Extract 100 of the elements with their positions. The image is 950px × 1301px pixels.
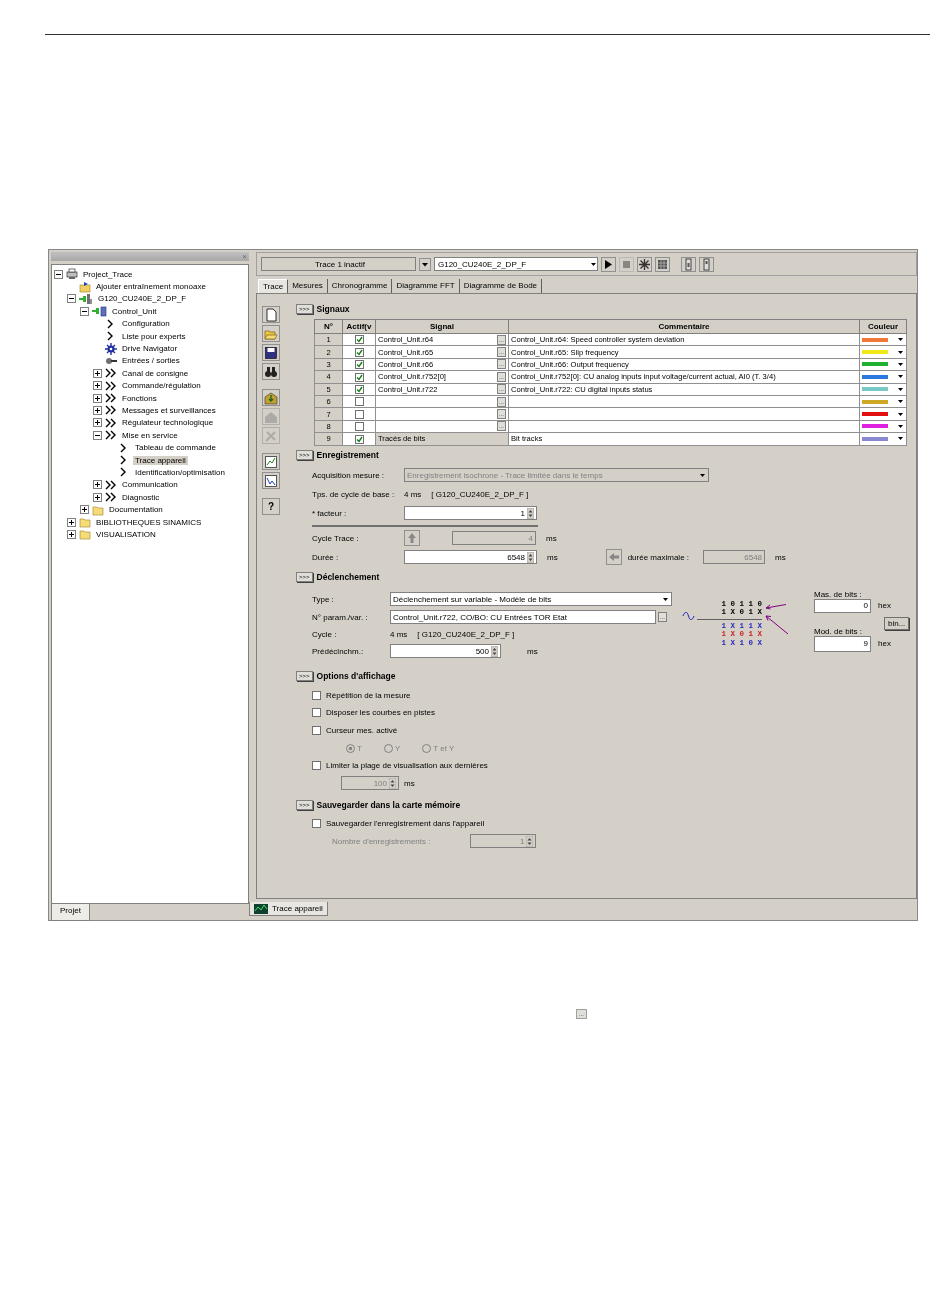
tab[interactable]: Diagramme FFT xyxy=(392,279,460,293)
tree-item[interactable]: Régulateur technologique xyxy=(120,418,216,428)
trigger-type-select[interactable]: Déclenchement sur variable - Modèle de bits xyxy=(390,592,672,606)
parameter-field[interactable]: Control_Unit.r722, CO/BO: CU Entrées TOR Etat xyxy=(390,610,656,624)
tree-item[interactable]: Ajouter entraînement monoaxe xyxy=(94,282,208,292)
checkbox[interactable] xyxy=(312,819,321,829)
dropdown-arrow-icon[interactable] xyxy=(662,595,669,603)
new-file-icon[interactable] xyxy=(264,307,278,322)
leader-line xyxy=(765,615,789,634)
color-swatch[interactable] xyxy=(862,399,888,404)
tree-item[interactable]: Configuration xyxy=(120,319,172,329)
tree-item[interactable]: VISUALISATION xyxy=(94,529,158,539)
tree-item[interactable]: Identification/optimisation xyxy=(133,467,227,477)
expand-icon[interactable] xyxy=(67,529,76,539)
color-swatch[interactable] xyxy=(862,337,888,342)
color-swatch[interactable] xyxy=(862,436,888,441)
device-icon[interactable] xyxy=(699,256,714,272)
checkbox[interactable] xyxy=(354,335,364,345)
collapse-icon[interactable] xyxy=(93,430,102,440)
collapse-icon[interactable] xyxy=(80,306,89,316)
tree-item[interactable]: Diagnostic xyxy=(120,492,162,502)
checkbox[interactable] xyxy=(354,360,364,370)
color-swatch[interactable] xyxy=(862,424,888,429)
expand-icon[interactable] xyxy=(93,418,102,428)
tab[interactable]: Chronogramme xyxy=(327,279,393,293)
grid-icon[interactable] xyxy=(655,256,670,272)
dropdown-button[interactable] xyxy=(419,257,431,271)
section-title: Enregistrement xyxy=(316,450,379,460)
unit-label: ms xyxy=(527,646,538,656)
tree-item[interactable]: Drive Navigator xyxy=(120,344,180,354)
checkbox[interactable] xyxy=(312,690,321,700)
tree-item[interactable]: Project_Trace xyxy=(81,269,135,279)
color-swatch[interactable] xyxy=(862,350,888,355)
expand-icon[interactable] xyxy=(93,492,102,502)
duration-field[interactable]: 6548 xyxy=(404,550,537,564)
checkbox[interactable] xyxy=(312,761,321,771)
binoculars-icon[interactable] xyxy=(264,364,278,379)
tree-item[interactable]: BIBLIOTHEQUES SINAMICS xyxy=(94,517,204,527)
checkbox[interactable] xyxy=(354,397,364,407)
checkbox[interactable] xyxy=(312,726,321,735)
field-label: Cycle : xyxy=(312,629,338,639)
tree-item[interactable]: Messages et surveillances xyxy=(120,406,218,415)
tab[interactable]: Diagramme de Bode xyxy=(459,279,543,293)
checkbox[interactable] xyxy=(354,347,364,357)
collapse-icon[interactable] xyxy=(54,269,63,279)
model-field[interactable]: 9 xyxy=(814,635,871,652)
expand-icon[interactable] xyxy=(93,406,102,415)
chart-icon[interactable] xyxy=(264,454,278,469)
expand-icon[interactable] xyxy=(93,393,102,403)
pretrigger-field[interactable]: 500 xyxy=(390,644,501,658)
checkbox[interactable] xyxy=(354,434,364,444)
column-header: Couleur xyxy=(859,319,907,334)
expand-icon[interactable] xyxy=(93,381,102,391)
tab[interactable]: Mesures xyxy=(288,279,328,293)
tree-item[interactable]: Entrées / sorties xyxy=(120,356,182,366)
panel-tab[interactable]: Projet xyxy=(51,904,90,921)
trace-select[interactable]: Trace 1 inactif xyxy=(261,257,416,271)
dropdown-arrow-icon[interactable] xyxy=(590,260,597,268)
expand-icon[interactable] xyxy=(67,517,76,527)
unit-label: ms xyxy=(404,778,415,788)
double-chevron-icon xyxy=(105,416,117,429)
expand-icon[interactable] xyxy=(93,480,102,490)
color-swatch[interactable] xyxy=(862,412,888,417)
color-swatch[interactable] xyxy=(862,387,888,392)
section-title: Options d'affichage xyxy=(316,671,396,681)
color-swatch[interactable] xyxy=(862,374,888,379)
tree-item[interactable]: Documentation xyxy=(107,505,165,515)
factor-field[interactable]: 1 xyxy=(404,506,537,520)
tree-item[interactable]: Communication xyxy=(120,480,180,490)
mask-field[interactable]: 0 xyxy=(814,598,871,613)
tree-item[interactable]: G120_CU240E_2_DP_F xyxy=(96,294,189,304)
tree-item[interactable]: Liste pour experts xyxy=(120,331,188,341)
tree-item[interactable]: Canal de consigne xyxy=(120,368,191,378)
play-icon[interactable] xyxy=(601,256,616,272)
device-icon[interactable] xyxy=(681,256,696,272)
bin-button[interactable]: bin... xyxy=(884,616,910,630)
checkbox[interactable] xyxy=(354,385,364,394)
expand-icon[interactable] xyxy=(93,368,102,378)
chart-icon[interactable] xyxy=(264,473,278,488)
help-button[interactable]: ? xyxy=(262,498,280,515)
checkbox[interactable] xyxy=(354,372,364,382)
document-tab[interactable]: Trace appareil xyxy=(249,902,328,916)
tree-item[interactable]: Tableau de commande xyxy=(133,443,218,453)
tree-item[interactable]: Mise en service xyxy=(120,430,180,440)
tree-item[interactable]: Fonctions xyxy=(120,393,159,403)
project-icon xyxy=(66,268,78,281)
tree-item[interactable]: Commande/régulation xyxy=(120,381,203,391)
star-icon[interactable] xyxy=(637,256,652,272)
checkbox[interactable] xyxy=(354,422,364,432)
expand-icon[interactable] xyxy=(80,505,89,515)
save-icon[interactable] xyxy=(264,345,278,360)
color-swatch[interactable] xyxy=(862,362,888,367)
collapse-icon[interactable] xyxy=(67,294,76,304)
checkbox[interactable] xyxy=(354,409,364,419)
import-icon[interactable] xyxy=(264,390,278,405)
tree-item[interactable]: Trace appareil xyxy=(133,455,188,465)
checkbox[interactable] xyxy=(312,708,321,718)
drive-icon xyxy=(79,292,93,305)
device-select[interactable]: G120_CU240E_2_DP_F xyxy=(434,257,598,271)
tree-item[interactable]: Control_Unit xyxy=(110,306,159,316)
